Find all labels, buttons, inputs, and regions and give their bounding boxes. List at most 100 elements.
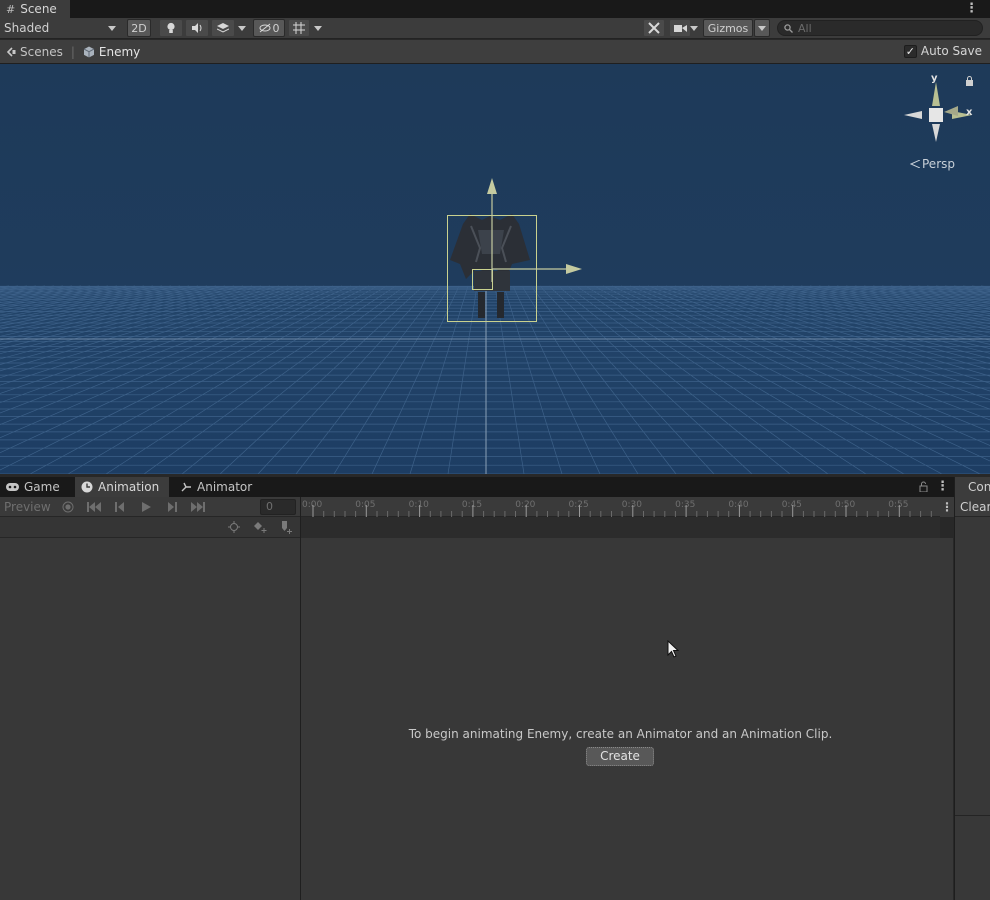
add-keyframe-icon xyxy=(254,522,267,533)
record-button[interactable] xyxy=(57,500,79,514)
timeline-menu[interactable]: ⋮ xyxy=(940,497,954,517)
gizmos-button[interactable]: Gizmos xyxy=(703,19,753,37)
camera-icon xyxy=(673,24,687,32)
shading-mode-dropdown[interactable]: Shaded xyxy=(4,19,120,37)
tab-animation[interactable]: Animation xyxy=(75,477,169,497)
tab-animator[interactable]: Animator xyxy=(175,477,258,497)
scene-toolbar: Shaded 2D 0 Gizmos All xyxy=(0,18,990,39)
grid-snap-icon xyxy=(293,22,305,34)
step-forward-icon xyxy=(168,502,177,512)
breadcrumb-prefab[interactable]: Enemy xyxy=(83,45,140,59)
lighting-toggle-button[interactable] xyxy=(159,19,183,37)
ruler-tick-label: 0:55 xyxy=(888,500,908,510)
perspective-icon xyxy=(910,160,920,168)
grid-dropdown[interactable] xyxy=(314,19,326,37)
gizmo-z-cone[interactable] xyxy=(944,106,958,116)
ruler-tick-label: 0:40 xyxy=(728,500,748,510)
grid-icon: # xyxy=(6,2,16,16)
scene-tab-bar: # Scene ⋮ xyxy=(0,0,990,18)
effects-toggle-button[interactable] xyxy=(211,19,235,37)
play-button[interactable] xyxy=(135,500,157,514)
layers-icon xyxy=(217,22,229,33)
auto-save-checkbox[interactable]: ✓ xyxy=(903,44,917,58)
timeline-event-strip[interactable] xyxy=(301,517,940,538)
tab-console-label: Console xyxy=(968,480,990,494)
console-detail-splitter[interactable] xyxy=(955,815,990,816)
tab-game[interactable]: Game xyxy=(0,477,66,497)
gizmo-neg-y-cone[interactable] xyxy=(932,124,940,142)
preview-toggle[interactable]: Preview xyxy=(4,500,51,514)
breadcrumb-scenes-label: Scenes xyxy=(20,44,63,59)
console-panel xyxy=(954,477,990,900)
gamepad-icon xyxy=(6,483,19,491)
tab-animation-label: Animation xyxy=(98,480,160,494)
add-keyframe-button[interactable] xyxy=(249,520,271,534)
toggle-2d-button[interactable]: 2D xyxy=(127,19,151,37)
animation-controls: Preview 0 xyxy=(0,497,300,517)
ruler-tick-label: 0:35 xyxy=(675,500,695,510)
chevron-down-icon xyxy=(758,25,766,31)
scene-camera-button[interactable] xyxy=(669,19,691,37)
breadcrumb-scenes[interactable]: Scenes xyxy=(6,45,63,59)
orientation-gizmo[interactable]: y x Persp xyxy=(900,72,980,182)
next-keyframe-button[interactable] xyxy=(161,500,183,514)
scene-render xyxy=(0,64,990,474)
scene-menu-kebab-icon[interactable]: ⋮ xyxy=(965,2,978,15)
tab-scene-label: Scene xyxy=(20,2,57,16)
tab-scene[interactable]: # Scene xyxy=(0,0,70,18)
eye-hidden-icon xyxy=(259,23,270,33)
mouse-cursor-icon xyxy=(667,640,679,658)
auto-save-toggle[interactable]: ✓ Auto Save xyxy=(903,44,982,58)
grid-toggle-button[interactable] xyxy=(288,19,310,37)
gizmo-y-cone[interactable] xyxy=(932,82,940,106)
scene-search-input[interactable]: All xyxy=(777,20,983,36)
timeline-kebab-icon[interactable]: ⋮ xyxy=(941,501,953,513)
lock-icon[interactable] xyxy=(965,76,974,86)
record-icon xyxy=(62,501,74,513)
gizmo-neg-x-cone[interactable] xyxy=(904,111,922,119)
audio-toggle-button[interactable] xyxy=(185,19,209,37)
gizmo-x-label: x xyxy=(966,107,973,118)
timeline-ruler[interactable]: 0:00 0:05 0:10 0:15 0:20 0:25 0:30 0:35 0:40 0:45… xyxy=(301,497,940,517)
play-icon xyxy=(141,502,151,512)
first-keyframe-button[interactable] xyxy=(83,500,105,514)
skip-start-icon xyxy=(87,502,101,512)
add-event-button[interactable] xyxy=(275,520,297,534)
prev-keyframe-button[interactable] xyxy=(109,500,131,514)
breadcrumb-separator: | xyxy=(70,44,75,59)
frame-input[interactable]: 0 xyxy=(260,499,296,515)
scene-viewport[interactable]: y x Persp xyxy=(0,64,990,474)
effects-dropdown[interactable] xyxy=(238,19,250,37)
crosshair-icon xyxy=(228,521,240,533)
create-clip-button[interactable]: Create xyxy=(586,747,654,766)
scene-visibility-button[interactable]: 0 xyxy=(253,19,285,37)
projection-toggle[interactable]: Persp xyxy=(910,157,955,171)
step-back-icon xyxy=(115,502,124,512)
lightbulb-icon xyxy=(167,22,175,33)
gizmos-dropdown[interactable] xyxy=(754,19,770,37)
chevron-down-icon xyxy=(108,26,116,31)
tab-console[interactable]: Console xyxy=(955,477,990,497)
auto-save-label: Auto Save xyxy=(920,44,982,58)
ruler-tick-label: 0:25 xyxy=(569,500,589,510)
console-clear-button[interactable]: Clear xyxy=(960,500,990,514)
shading-mode-value: Shaded xyxy=(4,21,50,35)
chevron-down-icon xyxy=(238,25,246,31)
clock-icon xyxy=(81,481,93,493)
panel-lock-icon[interactable] xyxy=(919,481,928,492)
ruler-tick-label: 0:15 xyxy=(462,500,482,510)
filter-selected-button[interactable] xyxy=(223,520,245,534)
animation-dopesheet xyxy=(301,538,953,900)
chevron-down-icon xyxy=(690,25,698,31)
projection-label: Persp xyxy=(922,157,955,171)
chevron-down-icon xyxy=(314,25,322,31)
tools-button[interactable] xyxy=(643,19,665,37)
gizmo-center-cube[interactable] xyxy=(929,108,943,122)
last-keyframe-button[interactable] xyxy=(187,500,209,514)
panel-menu-kebab-icon[interactable]: ⋮ xyxy=(936,480,949,493)
ruler-tick-label: 0:00 xyxy=(302,500,322,510)
ruler-ticks: 0:00 0:05 0:10 0:15 0:20 0:25 0:30 0:35 0:40 0:45… xyxy=(302,500,932,517)
gizmo-y-label: y xyxy=(931,73,938,84)
search-icon xyxy=(784,23,793,33)
camera-dropdown[interactable] xyxy=(690,19,702,37)
